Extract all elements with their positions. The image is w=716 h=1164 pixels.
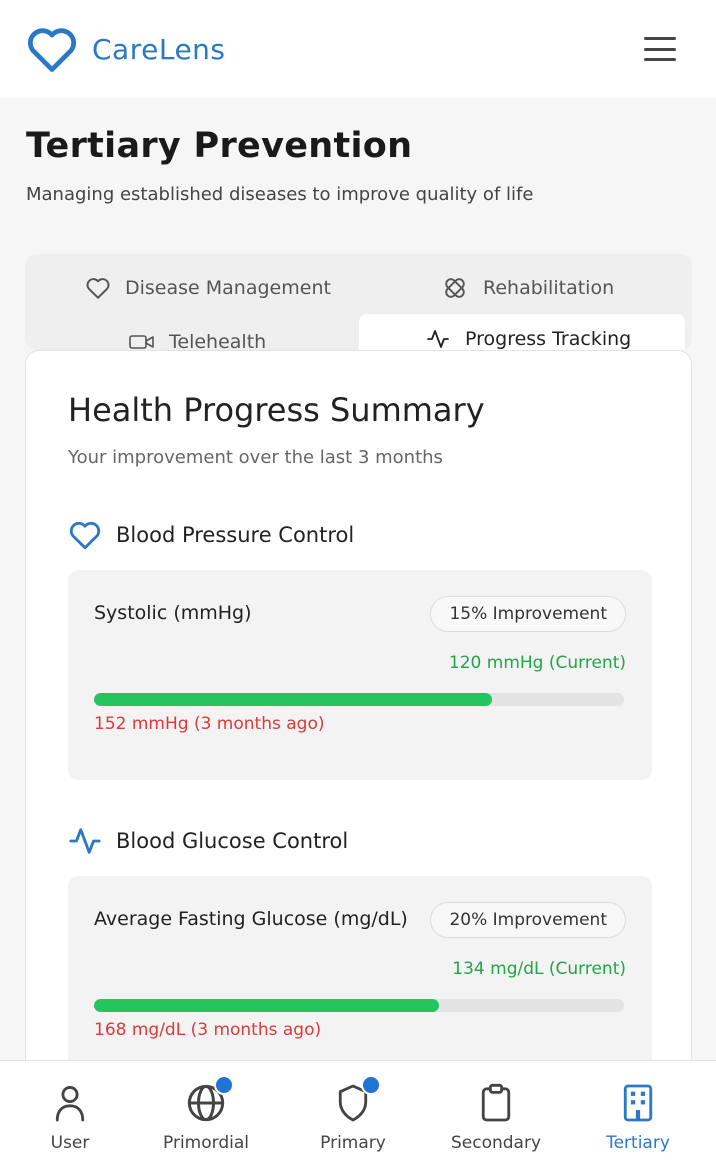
user-icon xyxy=(48,1081,92,1125)
nav-label: Primordial xyxy=(163,1133,249,1153)
improvement-badge: 15% Improvement xyxy=(430,596,626,632)
tab-telehealth[interactable]: Telehealth xyxy=(129,326,266,350)
current-value: 120 mmHg (Current) xyxy=(448,653,626,673)
tab-rehabilitation[interactable]: Rehabilitation xyxy=(441,272,614,304)
app-header: CareLens xyxy=(0,0,716,98)
section-blood-pressure: Blood Pressure Control xyxy=(68,519,354,551)
section-blood-glucose: Blood Glucose Control xyxy=(68,824,348,858)
section-title: Blood Pressure Control xyxy=(116,523,355,547)
page-title: Tertiary Prevention xyxy=(26,126,413,166)
nav-user[interactable]: User xyxy=(10,1061,130,1164)
building-icon xyxy=(616,1081,660,1125)
progress-bar-fill xyxy=(94,999,439,1012)
nav-secondary[interactable]: Secondary xyxy=(436,1061,556,1164)
menu-icon[interactable] xyxy=(642,34,678,64)
shield-icon xyxy=(331,1075,381,1125)
tab-label: Progress Tracking xyxy=(465,328,632,350)
card-title: Health Progress Summary xyxy=(68,391,485,429)
metric-label: Systolic (mmHg) xyxy=(94,602,252,624)
nav-primary[interactable]: Primary xyxy=(293,1061,413,1164)
heart-icon xyxy=(69,521,101,550)
progress-bar-fill xyxy=(94,693,492,706)
tab-progress-tracking[interactable]: Progress Tracking xyxy=(359,314,685,350)
tab-bar: Disease Management Rehabilitation Telehe… xyxy=(25,254,692,350)
previous-value: 168 mg/dL (3 months ago) xyxy=(94,1020,322,1040)
tab-label: Disease Management xyxy=(125,277,331,299)
nav-label: Secondary xyxy=(450,1133,542,1153)
app-name: CareLens xyxy=(92,32,226,66)
clipboard-icon xyxy=(474,1081,518,1125)
metric-label: Average Fasting Glucose (mg/dL) xyxy=(94,908,408,930)
progress-summary-card: Health Progress Summary Your improvement… xyxy=(25,350,692,1110)
previous-value: 152 mmHg (3 months ago) xyxy=(94,714,325,734)
heart-logo-icon xyxy=(27,28,77,72)
metric-fasting-glucose: Average Fasting Glucose (mg/dL) 20% Impr… xyxy=(68,876,652,1086)
improvement-badge: 20% Improvement xyxy=(430,902,626,938)
progress-bar xyxy=(94,999,624,1012)
video-icon xyxy=(129,335,154,349)
section-title: Blood Glucose Control xyxy=(116,829,349,853)
nav-label: Primary xyxy=(320,1133,386,1153)
heart-icon xyxy=(86,278,110,299)
tab-label: Telehealth xyxy=(169,331,267,350)
bandage-icon xyxy=(445,278,465,298)
current-value: 134 mg/dL (Current) xyxy=(452,959,626,979)
activity-icon xyxy=(69,828,101,854)
page-subtitle: Managing established diseases to improve… xyxy=(26,184,534,205)
nav-tertiary[interactable]: Tertiary xyxy=(578,1061,698,1164)
activity-icon xyxy=(427,330,449,348)
nav-primordial[interactable]: Primordial xyxy=(146,1061,266,1164)
progress-bar xyxy=(94,693,624,706)
globe-icon xyxy=(184,1075,234,1125)
nav-label: User xyxy=(50,1133,90,1153)
notification-dot xyxy=(214,1075,234,1095)
card-subtitle: Your improvement over the last 3 months xyxy=(68,447,443,468)
bottom-nav: User Primordial Primary Secondary Tertia… xyxy=(0,1060,716,1164)
nav-label: Tertiary xyxy=(606,1133,670,1153)
brand[interactable]: CareLens xyxy=(26,25,226,73)
tab-disease-management[interactable]: Disease Management xyxy=(85,272,331,304)
tab-label: Rehabilitation xyxy=(483,277,615,299)
notification-dot xyxy=(361,1075,381,1095)
metric-systolic: Systolic (mmHg) 15% Improvement 120 mmHg… xyxy=(68,570,652,780)
